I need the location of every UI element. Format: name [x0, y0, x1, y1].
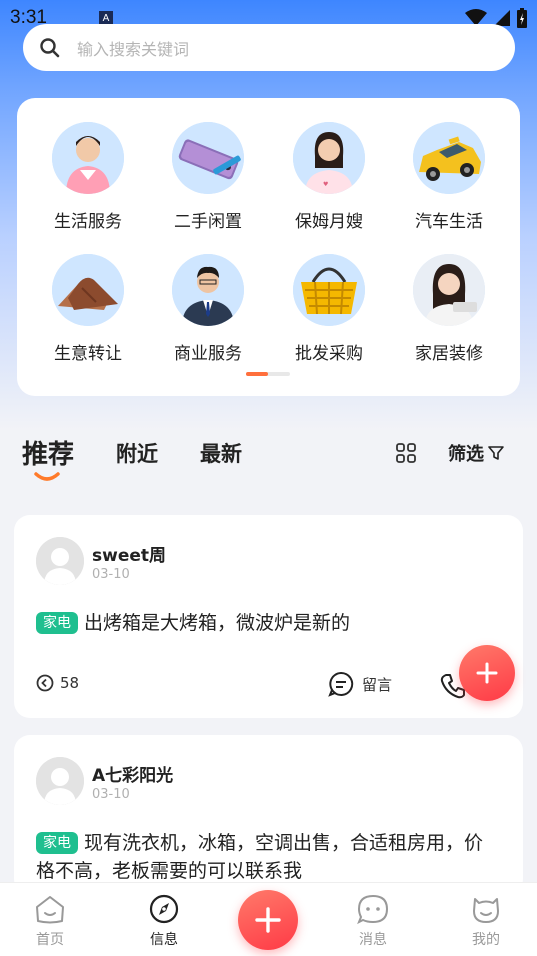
nav-item-messages[interactable]: 消息	[333, 893, 413, 949]
category-label: 保姆月嫂	[295, 212, 363, 232]
post-date: 03-10	[92, 787, 130, 802]
avatar[interactable]	[36, 757, 84, 805]
nav-label: 信息	[150, 932, 178, 948]
post-author: A七彩阳光	[92, 766, 174, 786]
nav-label: 首页	[36, 932, 64, 948]
view-count: 58	[36, 674, 79, 692]
post-content: 家电 现有洗衣机，冰箱，空调出售，合适租房用，价格不高，老板需要的可以联系我	[36, 829, 497, 885]
post-footer: 58 留言	[36, 671, 506, 701]
category-card: 生活服务 二手闲置 ♥ 保姆月嫂 汽车生活 生意转让 商业服务 批发采购 家居装…	[17, 98, 520, 396]
nanny-woman-icon: ♥	[293, 122, 365, 194]
view-count-value: 58	[60, 674, 80, 692]
phone-device-icon	[172, 122, 244, 194]
post-text: 现有洗衣机，冰箱，空调出售，合适租房用，价格不高，老板需要的可以联系我	[36, 832, 484, 882]
tab-nearby[interactable]: 附近	[116, 438, 158, 468]
post-card[interactable]: sweet周 03-10 家电 出烤箱是大烤箱，微波炉是新的 58 留言	[14, 515, 523, 718]
filter-icon	[488, 446, 504, 460]
nav-item-info[interactable]: 信息	[124, 893, 204, 949]
post-text: 出烤箱是大烤箱，微波炉是新的	[84, 612, 351, 634]
publish-button[interactable]	[238, 890, 298, 950]
notification-a-icon: A	[98, 11, 113, 25]
category-item[interactable]: 二手闲置	[148, 122, 268, 232]
battery-icon	[517, 8, 527, 28]
search-bar[interactable]: 输入搜索关键词	[23, 24, 515, 71]
category-label: 批发采购	[295, 344, 363, 364]
home-icon	[36, 896, 64, 924]
category-label: 二手闲置	[174, 212, 242, 232]
category-tag: 家电	[36, 832, 78, 854]
category-item[interactable]: 生意转让	[28, 254, 148, 364]
category-label: 汽车生活	[415, 212, 483, 232]
home-woman-icon	[413, 254, 485, 326]
grid-view-icon[interactable]	[395, 442, 417, 464]
search-input[interactable]: 输入搜索关键词	[77, 36, 189, 60]
handshake-icon	[52, 254, 124, 326]
nav-item-home[interactable]: 首页	[10, 893, 90, 949]
tab-active-underline	[34, 472, 60, 481]
category-label: 生意转让	[54, 344, 122, 364]
nav-label: 消息	[359, 932, 387, 948]
nav-item-profile[interactable]: 我的	[446, 893, 526, 949]
avatar[interactable]	[36, 537, 84, 585]
car-icon	[413, 122, 485, 194]
page-indicator	[246, 372, 290, 376]
comment-label: 留言	[362, 675, 393, 694]
comment-button[interactable]: 留言	[328, 671, 392, 697]
feed-tabs: 推荐 附近 最新 筛选	[22, 432, 517, 482]
filter-button[interactable]: 筛选	[448, 440, 504, 466]
category-item[interactable]: 汽车生活	[389, 122, 509, 232]
category-item[interactable]: 商业服务	[148, 254, 268, 364]
profile-icon	[473, 898, 499, 923]
svg-text:♥: ♥	[323, 181, 328, 188]
plus-icon	[476, 662, 498, 684]
tab-recommend[interactable]: 推荐	[22, 434, 74, 471]
category-item[interactable]: 批发采购	[269, 254, 389, 364]
businessman-icon	[172, 254, 244, 326]
post-content: 家电 出烤箱是大烤箱，微波炉是新的	[36, 609, 497, 637]
category-label: 商业服务	[174, 344, 242, 364]
category-item[interactable]: 生活服务	[28, 122, 148, 232]
post-date: 03-10	[92, 567, 130, 582]
nav-label: 我的	[472, 932, 500, 948]
post-author: sweet周	[92, 546, 167, 566]
message-icon	[357, 894, 389, 925]
view-icon	[36, 674, 54, 692]
floating-add-button[interactable]	[459, 645, 515, 701]
tab-latest[interactable]: 最新	[200, 438, 242, 468]
filter-label: 筛选	[448, 444, 484, 465]
plus-icon	[255, 907, 281, 933]
page-indicator-active	[246, 372, 268, 376]
category-label: 家居装修	[415, 344, 483, 364]
compass-icon	[149, 894, 179, 924]
post-card[interactable]: A七彩阳光 03-10 家电 现有洗衣机，冰箱，空调出售，合适租房用，价格不高，老…	[14, 735, 523, 895]
service-woman-icon	[52, 122, 124, 194]
category-item[interactable]: 家居装修	[389, 254, 509, 364]
basket-icon	[293, 254, 365, 326]
search-icon	[40, 37, 60, 57]
category-item[interactable]: ♥ 保姆月嫂	[269, 122, 389, 232]
category-tag: 家电	[36, 612, 78, 634]
category-label: 生活服务	[54, 212, 122, 232]
comment-icon	[328, 671, 354, 697]
